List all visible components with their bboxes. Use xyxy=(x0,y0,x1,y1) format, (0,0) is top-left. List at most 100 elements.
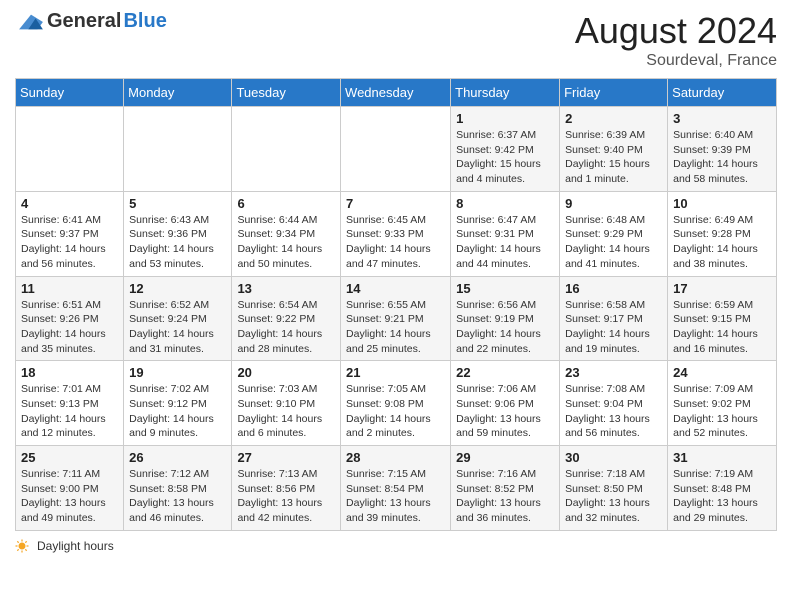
day-number: 13 xyxy=(237,281,335,296)
day-number: 10 xyxy=(673,196,771,211)
day-number: 14 xyxy=(346,281,445,296)
calendar-cell: 14 Sunrise: 6:55 AM Sunset: 9:21 PM Dayli… xyxy=(341,276,451,361)
day-detail: Sunrise: 7:03 AM Sunset: 9:10 PM Dayligh… xyxy=(237,382,335,441)
day-number: 4 xyxy=(21,196,118,211)
calendar-cell xyxy=(232,107,341,192)
day-number: 29 xyxy=(456,450,554,465)
day-header-tuesday: Tuesday xyxy=(232,79,341,107)
day-detail: Sunrise: 6:49 AM Sunset: 9:28 PM Dayligh… xyxy=(673,213,771,272)
day-header-wednesday: Wednesday xyxy=(341,79,451,107)
calendar-cell: 29 Sunrise: 7:16 AM Sunset: 8:52 PM Dayli… xyxy=(451,446,560,531)
calendar-cell: 2Sunrise: 6:39 AM Sunset: 9:40 PM Daylig… xyxy=(560,107,668,192)
day-number: 11 xyxy=(21,281,118,296)
calendar-cell: 5 Sunrise: 6:43 AM Sunset: 9:36 PM Daylig… xyxy=(124,191,232,276)
calendar-cell: 20 Sunrise: 7:03 AM Sunset: 9:10 PM Dayli… xyxy=(232,361,341,446)
day-detail: Sunrise: 7:19 AM Sunset: 8:48 PM Dayligh… xyxy=(673,467,771,526)
day-number: 23 xyxy=(565,365,662,380)
day-detail: Sunrise: 6:40 AM Sunset: 9:39 PM Dayligh… xyxy=(673,128,771,187)
day-detail: Sunrise: 6:58 AM Sunset: 9:17 PM Dayligh… xyxy=(565,298,662,357)
calendar-cell: 25Sunrise: 7:11 AM Sunset: 9:00 PM Dayli… xyxy=(16,446,124,531)
day-detail: Sunrise: 7:12 AM Sunset: 8:58 PM Dayligh… xyxy=(129,467,226,526)
month-year-title: August 2024 xyxy=(575,10,777,52)
title-area: August 2024 Sourdeval, France xyxy=(575,10,777,70)
day-number: 1 xyxy=(456,111,554,126)
day-number: 30 xyxy=(565,450,662,465)
day-number: 31 xyxy=(673,450,771,465)
day-detail: Sunrise: 6:43 AM Sunset: 9:36 PM Dayligh… xyxy=(129,213,226,272)
calendar-cell: 13Sunrise: 6:54 AM Sunset: 9:22 PM Dayli… xyxy=(232,276,341,361)
calendar-cell: 3Sunrise: 6:40 AM Sunset: 9:39 PM Daylig… xyxy=(668,107,777,192)
day-header-sunday: Sunday xyxy=(16,79,124,107)
location-subtitle: Sourdeval, France xyxy=(575,52,777,70)
day-detail: Sunrise: 6:45 AM Sunset: 9:33 PM Dayligh… xyxy=(346,213,445,272)
day-number: 17 xyxy=(673,281,771,296)
day-header-saturday: Saturday xyxy=(668,79,777,107)
logo: GeneralBlue xyxy=(15,10,167,33)
day-detail: Sunrise: 6:47 AM Sunset: 9:31 PM Dayligh… xyxy=(456,213,554,272)
day-detail: Sunrise: 6:51 AM Sunset: 9:26 PM Dayligh… xyxy=(21,298,118,357)
calendar-cell: 10 Sunrise: 6:49 AM Sunset: 9:28 PM Dayli… xyxy=(668,191,777,276)
day-number: 16 xyxy=(565,281,662,296)
day-number: 20 xyxy=(237,365,335,380)
day-number: 27 xyxy=(237,450,335,465)
day-detail: Sunrise: 6:44 AM Sunset: 9:34 PM Dayligh… xyxy=(237,213,335,272)
calendar-cell: 31 Sunrise: 7:19 AM Sunset: 8:48 PM Dayli… xyxy=(668,446,777,531)
day-detail: Sunrise: 7:02 AM Sunset: 9:12 PM Dayligh… xyxy=(129,382,226,441)
day-number: 12 xyxy=(129,281,226,296)
day-number: 6 xyxy=(237,196,335,211)
day-detail: Sunrise: 7:05 AM Sunset: 9:08 PM Dayligh… xyxy=(346,382,445,441)
calendar-cell: 11 Sunrise: 6:51 AM Sunset: 9:26 PM Dayli… xyxy=(16,276,124,361)
calendar-cell xyxy=(124,107,232,192)
calendar-cell: 26 Sunrise: 7:12 AM Sunset: 8:58 PM Dayli… xyxy=(124,446,232,531)
calendar-cell: 8Sunrise: 6:47 AM Sunset: 9:31 PM Daylig… xyxy=(451,191,560,276)
day-number: 2 xyxy=(565,111,662,126)
day-detail: Sunrise: 7:09 AM Sunset: 9:02 PM Dayligh… xyxy=(673,382,771,441)
calendar-cell: 15 Sunrise: 6:56 AM Sunset: 9:19 PM Dayli… xyxy=(451,276,560,361)
day-detail: Sunrise: 7:11 AM Sunset: 9:00 PM Dayligh… xyxy=(21,467,118,526)
day-detail: Sunrise: 7:01 AM Sunset: 9:13 PM Dayligh… xyxy=(21,382,118,441)
day-detail: Sunrise: 7:18 AM Sunset: 8:50 PM Dayligh… xyxy=(565,467,662,526)
sun-icon xyxy=(15,539,29,553)
day-detail: Sunrise: 6:55 AM Sunset: 9:21 PM Dayligh… xyxy=(346,298,445,357)
day-number: 21 xyxy=(346,365,445,380)
day-detail: Sunrise: 7:13 AM Sunset: 8:56 PM Dayligh… xyxy=(237,467,335,526)
calendar-cell: 24 Sunrise: 7:09 AM Sunset: 9:02 PM Dayli… xyxy=(668,361,777,446)
day-number: 24 xyxy=(673,365,771,380)
day-detail: Sunrise: 6:56 AM Sunset: 9:19 PM Dayligh… xyxy=(456,298,554,357)
calendar-cell: 22 Sunrise: 7:06 AM Sunset: 9:06 PM Dayli… xyxy=(451,361,560,446)
calendar-cell: 30 Sunrise: 7:18 AM Sunset: 8:50 PM Dayli… xyxy=(560,446,668,531)
day-detail: Sunrise: 6:52 AM Sunset: 9:24 PM Dayligh… xyxy=(129,298,226,357)
legend-area: Daylight hours xyxy=(15,539,777,553)
calendar-cell xyxy=(16,107,124,192)
daylight-label: Daylight hours xyxy=(37,539,114,553)
day-detail: Sunrise: 6:37 AM Sunset: 9:42 PM Dayligh… xyxy=(456,128,554,187)
day-detail: Sunrise: 7:16 AM Sunset: 8:52 PM Dayligh… xyxy=(456,467,554,526)
day-number: 18 xyxy=(21,365,118,380)
day-number: 26 xyxy=(129,450,226,465)
day-number: 9 xyxy=(565,196,662,211)
calendar-cell: 9 Sunrise: 6:48 AM Sunset: 9:29 PM Daylig… xyxy=(560,191,668,276)
calendar-cell: 7 Sunrise: 6:45 AM Sunset: 9:33 PM Daylig… xyxy=(341,191,451,276)
day-number: 7 xyxy=(346,196,445,211)
day-number: 15 xyxy=(456,281,554,296)
calendar-cell: 28 Sunrise: 7:15 AM Sunset: 8:54 PM Dayli… xyxy=(341,446,451,531)
calendar-cell: 21 Sunrise: 7:05 AM Sunset: 9:08 PM Dayli… xyxy=(341,361,451,446)
day-detail: Sunrise: 6:48 AM Sunset: 9:29 PM Dayligh… xyxy=(565,213,662,272)
day-number: 22 xyxy=(456,365,554,380)
calendar-cell: 12 Sunrise: 6:52 AM Sunset: 9:24 PM Dayli… xyxy=(124,276,232,361)
calendar-table: SundayMondayTuesdayWednesdayThursdayFrid… xyxy=(15,78,777,531)
calendar-cell: 6 Sunrise: 6:44 AM Sunset: 9:34 PM Daylig… xyxy=(232,191,341,276)
calendar-cell: 16 Sunrise: 6:58 AM Sunset: 9:17 PM Dayli… xyxy=(560,276,668,361)
calendar-cell: 4Sunrise: 6:41 AM Sunset: 9:37 PM Daylig… xyxy=(16,191,124,276)
day-number: 5 xyxy=(129,196,226,211)
calendar-cell: 23Sunrise: 7:08 AM Sunset: 9:04 PM Dayli… xyxy=(560,361,668,446)
calendar-cell: 18 Sunrise: 7:01 AM Sunset: 9:13 PM Dayli… xyxy=(16,361,124,446)
calendar-cell: 19 Sunrise: 7:02 AM Sunset: 9:12 PM Dayli… xyxy=(124,361,232,446)
day-number: 28 xyxy=(346,450,445,465)
day-detail: Sunrise: 7:06 AM Sunset: 9:06 PM Dayligh… xyxy=(456,382,554,441)
day-detail: Sunrise: 7:15 AM Sunset: 8:54 PM Dayligh… xyxy=(346,467,445,526)
logo-blue-text: Blue xyxy=(123,10,166,33)
header: GeneralBlue August 2024 Sourdeval, Franc… xyxy=(15,10,777,70)
day-number: 19 xyxy=(129,365,226,380)
calendar-cell: 1 Sunrise: 6:37 AM Sunset: 9:42 PM Daylig… xyxy=(451,107,560,192)
